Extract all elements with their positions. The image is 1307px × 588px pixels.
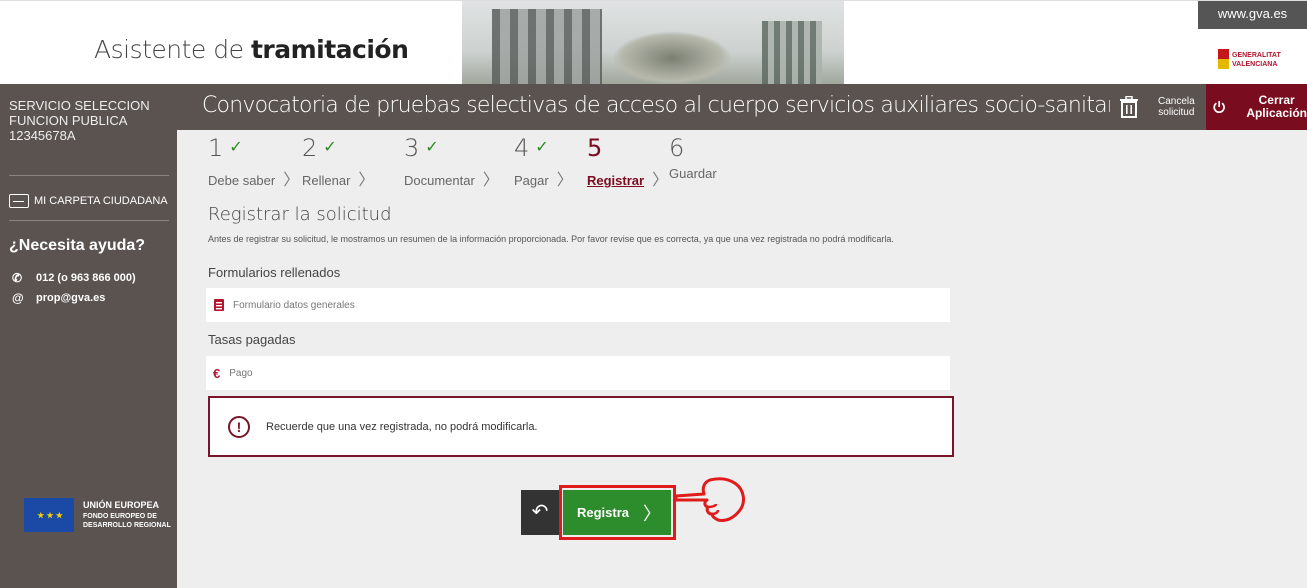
check-icon: ✓ <box>425 137 439 156</box>
user-id: 12345678A <box>9 128 76 143</box>
eu-title: UNIÓN EUROPEA <box>83 500 160 510</box>
folder-icon <box>9 194 29 208</box>
undo-arrow-icon: ↶ <box>531 501 549 523</box>
step-label: Documentar <box>404 173 475 188</box>
step-number: 5 <box>587 134 603 162</box>
mi-carpeta-label: MI CARPETA CIUDADANA <box>34 195 168 207</box>
convocatoria-title: Convocatoria de pruebas selectivas de ac… <box>202 93 1110 118</box>
at-icon: @ <box>12 291 24 305</box>
close-app-button[interactable]: Cerrar Aplicación <box>1206 84 1307 130</box>
phone-icon: ✆ <box>12 271 23 285</box>
close-label-1: Cerrar <box>1258 93 1295 107</box>
email-address: prop@gva.es <box>36 292 106 304</box>
eu-text: UNIÓN EUROPEA FONDO EUROPEO DE DESARROLL… <box>83 501 171 530</box>
step-label: Pagar <box>514 173 549 188</box>
phone-contact[interactable]: ✆ 012 (o 963 866 000) <box>12 271 136 285</box>
cancel-label-2: solicitud <box>1158 107 1195 118</box>
warning-text: Recuerde que una vez registrada, no podr… <box>266 420 538 433</box>
gva-link[interactable]: www.gva.es <box>1198 1 1307 29</box>
generalitat-mark-icon <box>1218 49 1229 69</box>
highlight-frame <box>559 485 676 540</box>
top-bar: Convocatoria de pruebas selectivas de ac… <box>177 84 1307 130</box>
generalitat-logo[interactable]: GENERALITAT VALENCIANA <box>1218 49 1298 71</box>
step-label: Rellenar <box>302 173 351 188</box>
generalitat-line2: VALENCIANA <box>1232 61 1278 68</box>
step-5-active[interactable]: 5 Registrar 〉 <box>587 134 668 190</box>
page-description: Antes de registrar su solicitud, le most… <box>208 234 894 244</box>
user-line-1: SERVICIO SELECCION <box>9 98 150 113</box>
app-title-bold: tramitación <box>250 35 409 64</box>
chevron-right-icon: 〉 <box>358 172 375 189</box>
trash-icon <box>1120 96 1138 118</box>
step-3[interactable]: 3 ✓ Documentar 〉 <box>404 134 499 190</box>
exclamation-icon: ! <box>228 415 250 438</box>
step-number: 1 <box>208 134 224 162</box>
close-label-2: Aplicación <box>1246 106 1307 120</box>
user-line-2: FUNCION PUBLICA <box>9 113 128 128</box>
step-number: 4 <box>514 134 530 162</box>
fees-section-title: Tasas pagadas <box>208 332 296 347</box>
step-label: Registrar <box>587 173 645 188</box>
main-content: 1 ✓ Debe saber 〉 2 ✓ Rellenar 〉 3 ✓ Documenta… <box>177 130 1307 588</box>
step-label: Debe saber <box>208 173 276 188</box>
step-label: Guardar <box>669 166 717 181</box>
eu-flag-icon: ⋆⋆⋆ <box>24 498 74 532</box>
divider <box>9 175 169 176</box>
eu-line-1: FONDO EUROPEO DE <box>83 513 157 520</box>
chevron-right-icon: 〉 <box>556 172 573 189</box>
step-number: 6 <box>669 134 685 162</box>
email-contact[interactable]: @ prop@gva.es <box>12 291 105 305</box>
chevron-right-icon: 〉 <box>283 172 300 189</box>
chevron-right-icon: 〉 <box>652 172 669 189</box>
app-title: Asistente de tramitación <box>94 35 409 64</box>
header: Asistente de tramitación www.gva.es GENE… <box>0 0 1307 85</box>
eu-line-2: DESARROLLO REGIONAL <box>83 522 171 529</box>
step-2[interactable]: 2 ✓ Rellenar 〉 <box>302 134 374 190</box>
header-photo <box>462 1 844 85</box>
fee-item-row[interactable]: € Pago <box>206 356 950 390</box>
generalitat-line1: GENERALITAT <box>1232 52 1281 59</box>
form-item-row[interactable]: Formulario datos generales <box>206 288 950 322</box>
user-info: SERVICIO SELECCION FUNCION PUBLICA 12345… <box>9 98 150 143</box>
mi-carpeta-link[interactable]: MI CARPETA CIUDADANA <box>9 186 169 216</box>
page-title: Registrar la solicitud <box>208 204 392 225</box>
warning-box: ! Recuerde que una vez registrada, no po… <box>208 396 954 457</box>
cancel-request-button[interactable]: Cancela solicitud <box>1110 84 1206 130</box>
step-number: 3 <box>404 134 420 162</box>
step-1[interactable]: 1 ✓ Debe saber 〉 <box>208 134 299 190</box>
form-list-icon <box>214 299 224 311</box>
check-icon: ✓ <box>323 137 337 156</box>
euro-icon: € <box>213 365 221 381</box>
divider <box>9 220 169 221</box>
phone-number: 012 (o 963 866 000) <box>36 272 136 284</box>
tree-image <box>612 31 732 85</box>
check-icon: ✓ <box>535 137 549 156</box>
power-icon <box>1213 100 1225 114</box>
back-button[interactable]: ↶ <box>521 490 559 535</box>
form-item-label: Formulario datos generales <box>233 299 355 311</box>
help-title: ¿Necesita ayuda? <box>9 237 146 254</box>
step-4[interactable]: 4 ✓ Pagar 〉 <box>514 134 573 190</box>
sidebar: SERVICIO SELECCION FUNCION PUBLICA 12345… <box>0 84 177 588</box>
cancel-label-1: Cancela <box>1158 96 1195 107</box>
fee-item-label: Pago <box>229 367 253 379</box>
chevron-right-icon: 〉 <box>482 172 499 189</box>
building-image-2 <box>762 21 822 85</box>
forms-section-title: Formularios rellenados <box>208 265 341 280</box>
check-icon: ✓ <box>229 137 243 156</box>
app-title-light: Asistente de <box>94 35 251 64</box>
step-6[interactable]: 6 Guardar <box>669 134 717 181</box>
pointing-hand-icon <box>674 477 745 522</box>
building-image <box>492 9 602 85</box>
step-number: 2 <box>302 134 318 162</box>
